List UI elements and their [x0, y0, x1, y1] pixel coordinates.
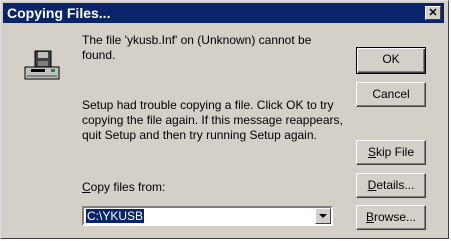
details-label: etails...	[376, 178, 415, 192]
skip-file-button[interactable]: Skip File	[356, 140, 426, 165]
close-button[interactable]: ✕	[425, 6, 441, 20]
title-bar[interactable]: Copying Files... ✕	[3, 3, 444, 23]
instruction-message: Setup had trouble copying a file. Click …	[82, 98, 343, 142]
disk-drive-icon	[24, 50, 60, 80]
close-icon: ✕	[428, 7, 438, 19]
copying-files-dialog: Copying Files... ✕ The file 'ykusb.Inf' …	[0, 0, 449, 239]
details-button[interactable]: Details...	[356, 173, 426, 198]
dropdown-button[interactable]	[315, 208, 331, 224]
label-text: opy files from:	[90, 180, 166, 194]
ok-button[interactable]: OK	[356, 47, 426, 74]
copy-files-from-label: Copy files from:	[82, 180, 165, 195]
browse-mnemonic: B	[365, 210, 374, 224]
skip-label: kip File	[376, 145, 415, 159]
error-message: The file 'ykusb.Inf' on (Unknown) cannot…	[82, 33, 312, 62]
skip-mnemonic: S	[367, 145, 376, 159]
copy-from-value[interactable]: C:\YKUSB	[86, 209, 145, 223]
chevron-down-icon	[319, 214, 327, 218]
label-mnemonic: C	[82, 180, 91, 194]
browse-label: rowse...	[374, 210, 417, 224]
dialog-title: Copying Files...	[7, 5, 111, 21]
copy-from-combobox[interactable]: C:\YKUSB	[82, 206, 333, 226]
cancel-button[interactable]: Cancel	[356, 82, 426, 107]
browse-button[interactable]: Browse...	[356, 205, 426, 230]
